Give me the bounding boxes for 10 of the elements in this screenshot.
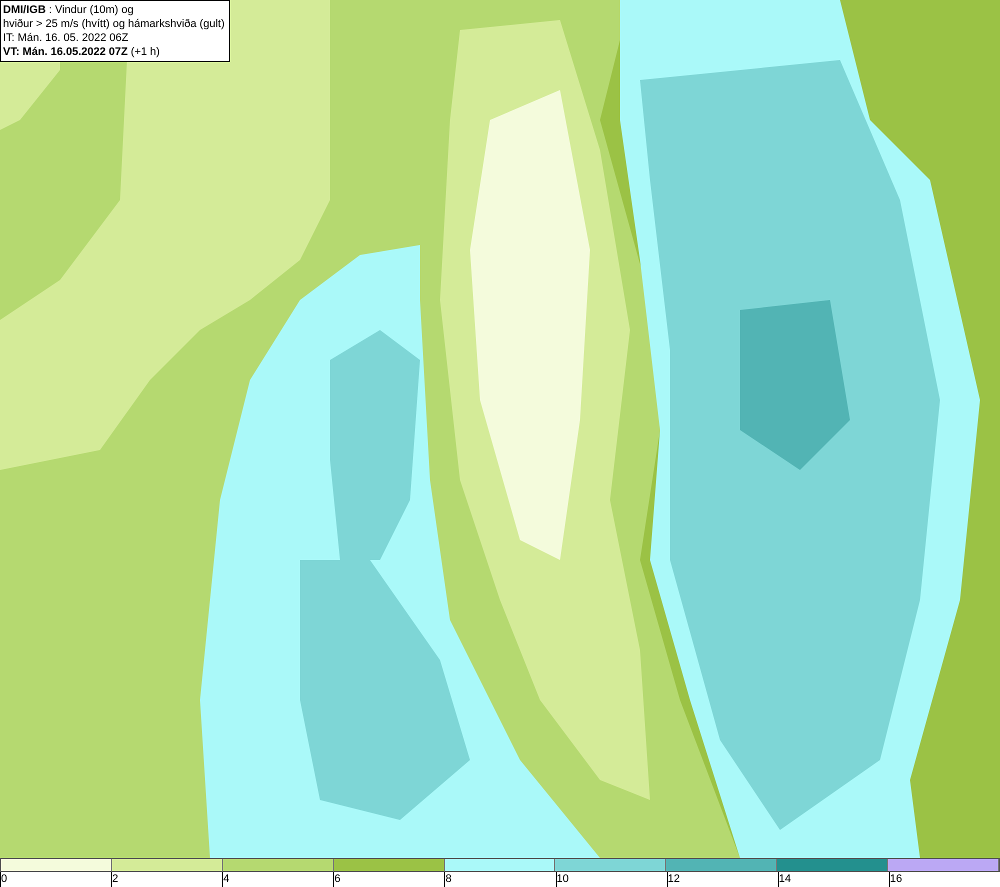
legend-tick-label: 8 [445, 873, 452, 885]
legend-tick-label: 6 [334, 873, 340, 885]
legend-tick-label: 14 [778, 873, 792, 885]
legend-tick-label: 4 [223, 873, 230, 885]
map-title: DMI/IGB : Vindur (10m) og hviður > 25 m/s (hvítt) og hámarkshviða (gult) IT: Mán. 16. 05. 2022 06Z VT: Mán. 16.05.2022 07Z (+1 h) [0, 0, 230, 62]
legend-tick-label: 2 [112, 873, 118, 885]
legend-tick-label: 16 [890, 873, 902, 885]
legend-tick-label: 12 [668, 873, 680, 885]
legend-tick-label: 0 [1, 873, 8, 885]
legend-tick-label: 10 [556, 873, 569, 885]
